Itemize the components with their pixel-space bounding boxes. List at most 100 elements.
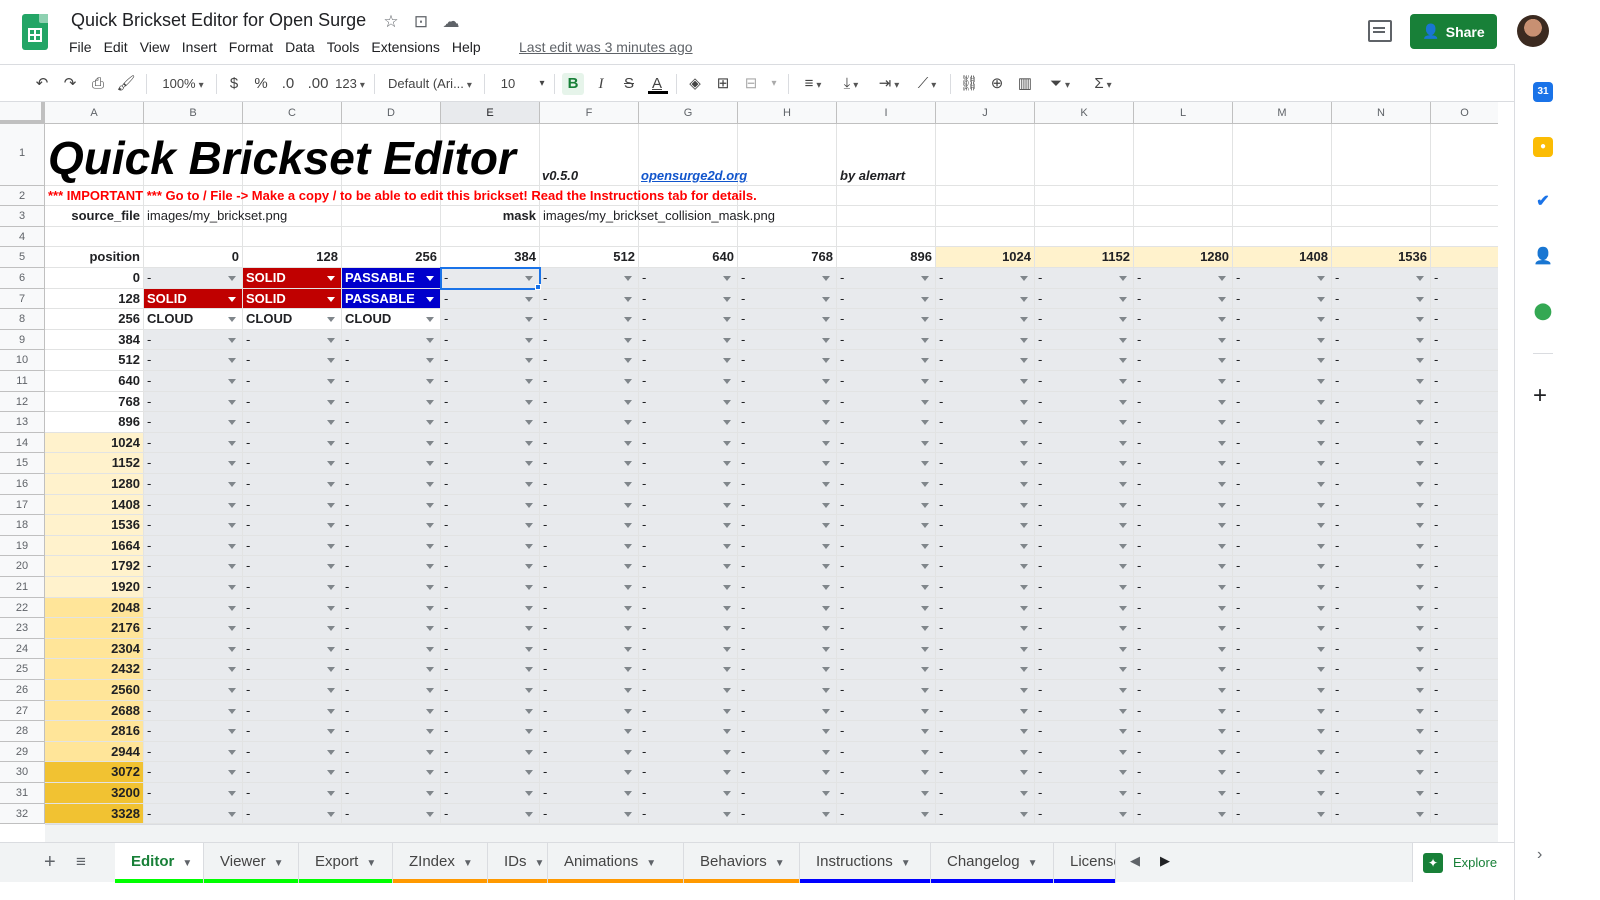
dropdown-cell[interactable]: -: [837, 597, 936, 619]
dropdown-cell[interactable]: -: [936, 453, 1035, 474]
dropdown-cell[interactable]: -: [1233, 515, 1332, 536]
sheet-cell[interactable]: [1431, 227, 1498, 247]
dropdown-cell[interactable]: -: [1431, 350, 1498, 371]
dropdown-cell[interactable]: -: [639, 762, 738, 783]
dropdown-cell[interactable]: -: [1134, 515, 1233, 536]
dropdown-cell[interactable]: -: [1233, 391, 1332, 413]
dropdown-cell[interactable]: -: [837, 474, 936, 495]
dropdown-cell[interactable]: -: [1431, 474, 1498, 495]
tab-animations[interactable]: Animations ▼: [548, 843, 684, 883]
row-header[interactable]: 6: [0, 268, 45, 289]
dropdown-cell[interactable]: -: [1233, 412, 1332, 433]
dropdown-cell[interactable]: -: [936, 412, 1035, 433]
row-header[interactable]: 12: [0, 391, 45, 413]
sheet-cell[interactable]: [1035, 186, 1134, 206]
select-all-corner[interactable]: [0, 102, 45, 124]
dropdown-cell[interactable]: -: [1134, 494, 1233, 516]
dropdown-cell[interactable]: -: [738, 412, 837, 433]
dropdown-cell[interactable]: -: [1431, 391, 1498, 413]
dropdown-cell[interactable]: -: [837, 680, 936, 701]
dropdown-cell[interactable]: -: [1035, 494, 1134, 516]
dropdown-cell[interactable]: -: [1035, 556, 1134, 577]
dropdown-cell[interactable]: -: [1431, 412, 1498, 433]
tab-dropdown-icon[interactable]: ▼: [646, 858, 656, 869]
dropdown-cell[interactable]: -: [243, 556, 342, 577]
sheet-cell[interactable]: [936, 186, 1035, 206]
dropdown-cell[interactable]: -: [1233, 494, 1332, 516]
dropdown-cell[interactable]: -: [738, 762, 837, 783]
font-size-input[interactable]: 10: [496, 73, 520, 95]
dropdown-cell[interactable]: -: [1134, 535, 1233, 557]
dropdown-cell[interactable]: -: [441, 556, 540, 577]
row-header[interactable]: 29: [0, 741, 45, 763]
dropdown-cell[interactable]: -: [738, 350, 837, 371]
dropdown-cell[interactable]: -: [540, 783, 639, 804]
dropdown-cell[interactable]: -: [1035, 309, 1134, 330]
vertical-align-icon[interactable]: ⤓: [834, 73, 868, 95]
row-header[interactable]: 17: [0, 494, 45, 516]
dropdown-cell[interactable]: -: [738, 659, 837, 680]
dropdown-cell[interactable]: -: [936, 577, 1035, 598]
dropdown-cell[interactable]: -: [342, 577, 441, 598]
menu-view[interactable]: View: [134, 38, 176, 56]
dropdown-cell[interactable]: -: [738, 721, 837, 742]
tab-scroll-right-icon[interactable]: ▶: [1160, 853, 1170, 869]
dropdown-cell[interactable]: -: [837, 577, 936, 598]
dropdown-cell[interactable]: -: [441, 371, 540, 392]
dropdown-cell[interactable]: -: [639, 700, 738, 722]
dropdown-cell[interactable]: -: [1035, 268, 1134, 289]
dropdown-cell[interactable]: -: [936, 783, 1035, 804]
dropdown-cell[interactable]: -: [1431, 309, 1498, 330]
dropdown-cell[interactable]: -: [1332, 329, 1431, 351]
column-header-a[interactable]: A: [45, 102, 144, 124]
dropdown-cell[interactable]: -: [540, 432, 639, 454]
dropdown-cell[interactable]: -: [441, 329, 540, 351]
dropdown-cell[interactable]: -: [540, 721, 639, 742]
dropdown-cell[interactable]: -: [936, 721, 1035, 742]
dropdown-cell[interactable]: -: [342, 412, 441, 433]
dropdown-cell[interactable]: -: [1035, 391, 1134, 413]
row-header[interactable]: 15: [0, 453, 45, 474]
sheet-cell[interactable]: [1035, 227, 1134, 247]
tab-dropdown-icon[interactable]: ▼: [182, 858, 192, 869]
dropdown-cell[interactable]: -: [441, 494, 540, 516]
dropdown-cell[interactable]: -: [144, 412, 243, 433]
dropdown-cell[interactable]: -: [837, 453, 936, 474]
row-header[interactable]: 22: [0, 597, 45, 619]
dropdown-cell[interactable]: -: [441, 680, 540, 701]
sheets-logo-icon[interactable]: [22, 14, 48, 50]
dropdown-cell[interactable]: -: [243, 741, 342, 763]
dropdown-cell[interactable]: -: [540, 700, 639, 722]
dropdown-cell[interactable]: -: [1332, 803, 1431, 824]
column-header-o[interactable]: O: [1431, 102, 1498, 124]
dropdown-cell[interactable]: -: [1134, 474, 1233, 495]
dropdown-cell[interactable]: -: [1431, 597, 1498, 619]
dropdown-cell[interactable]: -: [144, 741, 243, 763]
dropdown-cell[interactable]: -: [1134, 577, 1233, 598]
dropdown-cell[interactable]: -: [837, 515, 936, 536]
dropdown-cell[interactable]: -: [1233, 329, 1332, 351]
dropdown-cell[interactable]: -: [639, 680, 738, 701]
row-header[interactable]: 4: [0, 227, 45, 247]
row-header[interactable]: 1: [0, 124, 45, 186]
dropdown-cell[interactable]: -: [1035, 329, 1134, 351]
dropdown-cell[interactable]: -: [144, 371, 243, 392]
row-header[interactable]: 7: [0, 288, 45, 310]
tab-ids[interactable]: IDs ▼: [488, 843, 548, 883]
dropdown-cell[interactable]: -: [738, 432, 837, 454]
dropdown-cell[interactable]: -: [441, 412, 540, 433]
dropdown-cell[interactable]: -: [540, 803, 639, 824]
column-header-f[interactable]: F: [540, 102, 639, 124]
sheet-cell[interactable]: [738, 227, 837, 247]
dropdown-cell[interactable]: -: [144, 721, 243, 742]
row-header[interactable]: 13: [0, 412, 45, 433]
column-header-m[interactable]: M: [1233, 102, 1332, 124]
dropdown-cell[interactable]: -: [441, 803, 540, 824]
dropdown-cell[interactable]: -: [144, 329, 243, 351]
tab-dropdown-icon[interactable]: ▼: [901, 858, 911, 869]
dropdown-cell[interactable]: -: [1431, 288, 1498, 310]
bold-icon[interactable]: B: [562, 73, 584, 95]
dropdown-cell[interactable]: -: [441, 762, 540, 783]
sheet-cell[interactable]: [1332, 124, 1431, 186]
link-icon[interactable]: ⛓: [958, 73, 980, 95]
